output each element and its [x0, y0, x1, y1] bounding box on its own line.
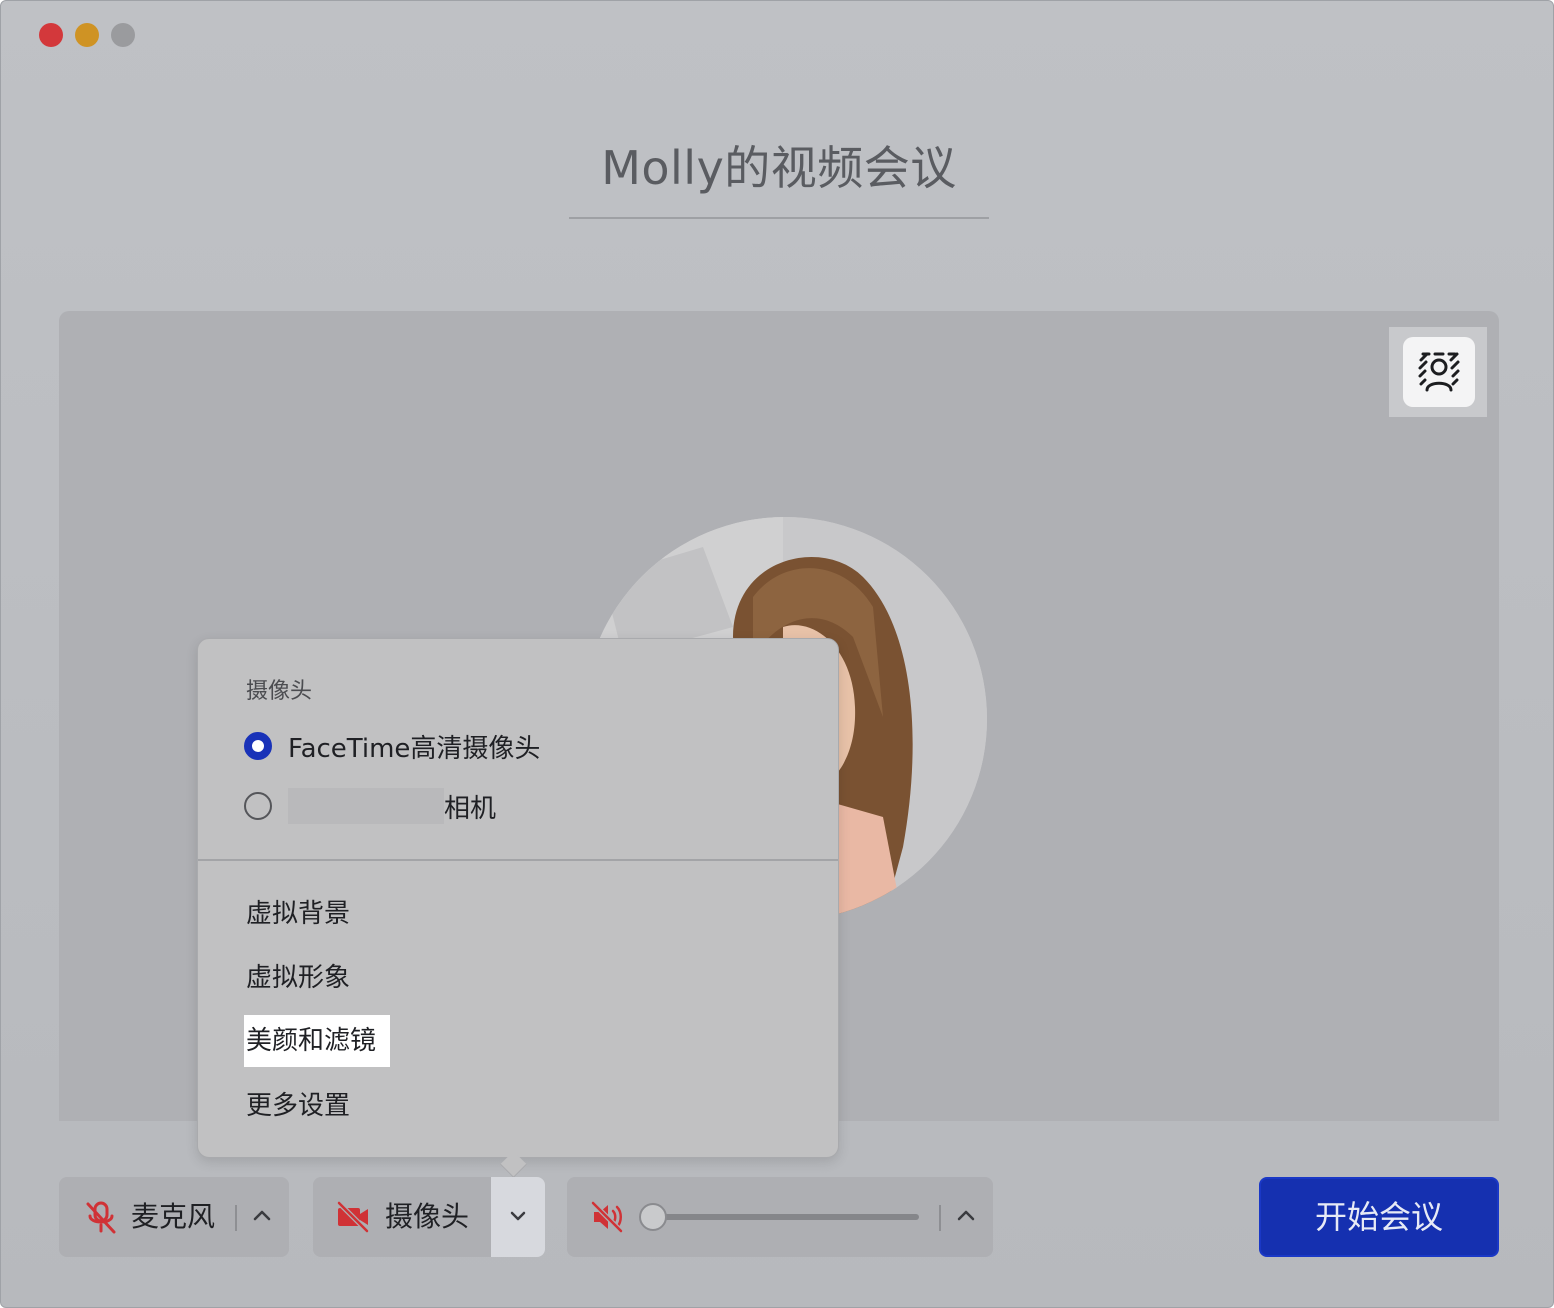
camera-label[interactable]: 摄像头 [385, 1199, 469, 1235]
camera-menu-toggle[interactable] [491, 1177, 545, 1257]
meeting-title[interactable]: Molly的视频会议 [601, 141, 957, 195]
camera-device-label: 相机 [444, 793, 497, 824]
meeting-title-field[interactable]: Molly的视频会议 [569, 131, 989, 219]
microphone-control: 麦克风 [59, 1177, 289, 1257]
camera-device-label: FaceTime高清摄像头 [288, 733, 541, 764]
camera-off-icon[interactable] [335, 1199, 371, 1235]
microphone-muted-icon[interactable] [83, 1199, 119, 1235]
toolbar-divider [235, 1205, 237, 1231]
menu-item-more-settings[interactable]: 更多设置 [246, 1086, 350, 1126]
maximize-window-button[interactable] [111, 23, 135, 47]
redacted-device-name [288, 788, 444, 824]
speaker-control [567, 1177, 993, 1257]
menu-pointer [500, 1151, 527, 1178]
menu-item-beauty-filters[interactable]: 美颜和滤镜 [244, 1015, 391, 1067]
camera-control: 摄像头 [313, 1177, 545, 1257]
toolbar-divider [939, 1205, 941, 1231]
radio-selected-icon[interactable] [244, 732, 272, 760]
camera-section-heading: 摄像头 [246, 679, 313, 704]
speaker-muted-icon[interactable] [589, 1199, 625, 1235]
menu-divider [198, 859, 838, 861]
menu-item-virtual-avatar[interactable]: 虚拟形象 [246, 958, 350, 998]
minimize-window-button[interactable] [75, 23, 99, 47]
radio-unselected-icon[interactable] [244, 792, 272, 820]
background-toggle-highlight [1389, 327, 1487, 417]
volume-slider-track[interactable] [653, 1214, 919, 1220]
start-meeting-button[interactable]: 开始会议 [1259, 1177, 1499, 1257]
virtual-background-person-icon [1418, 352, 1460, 392]
chevron-up-icon[interactable] [247, 1201, 277, 1231]
meeting-window: Molly的视频会议 摄像头 FaceTime高清摄像头 相机 虚拟背景 虚拟形… [0, 0, 1554, 1308]
chevron-up-icon[interactable] [951, 1201, 981, 1231]
volume-slider-knob[interactable] [639, 1203, 667, 1231]
close-window-button[interactable] [39, 23, 63, 47]
camera-options-menu: 摄像头 FaceTime高清摄像头 相机 虚拟背景 虚拟形象 美颜和滤镜 更多设… [197, 638, 839, 1178]
background-toggle-button[interactable] [1403, 337, 1475, 407]
microphone-label[interactable]: 麦克风 [131, 1199, 215, 1235]
camera-device-camera[interactable]: 相机 [244, 786, 496, 826]
camera-device-facetime[interactable]: FaceTime高清摄像头 [244, 726, 540, 766]
chevron-down-icon[interactable] [503, 1201, 533, 1231]
menu-item-virtual-background[interactable]: 虚拟背景 [246, 894, 350, 934]
